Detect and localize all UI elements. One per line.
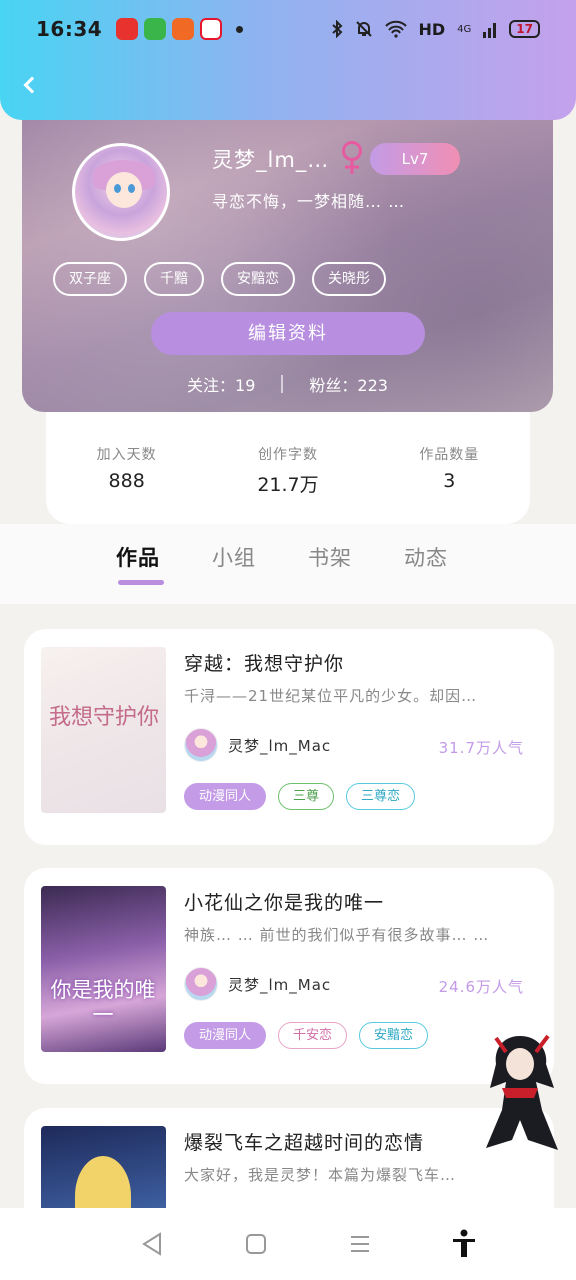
follow-stats: 关注：19 粉丝：223 — [22, 372, 553, 396]
signature: 寻恋不悔，一梦相随… … — [212, 192, 406, 211]
female-icon — [342, 141, 362, 174]
app-red-icon — [116, 18, 139, 40]
book-cover[interactable]: 你是我的唯一 — [41, 886, 166, 1052]
book-title: 穿越：我想守护你 — [184, 653, 345, 675]
profile-tag: 安黯恋 — [221, 262, 295, 296]
header-bar: 16:34 HD 4G 17 — [0, 0, 576, 120]
cover-title: 我想守护你 — [49, 705, 160, 730]
book-tag: 千安恋 — [278, 1022, 348, 1049]
book-tag: 动漫同人 — [184, 1022, 267, 1049]
back-button[interactable] — [20, 70, 44, 100]
cell-label: 4G — [457, 23, 472, 35]
divider — [281, 375, 284, 393]
book-author: 灵梦_lm_Mac — [184, 728, 331, 762]
author-name: 灵梦_lm_Mac — [228, 736, 332, 755]
nav-recents-button[interactable] — [340, 1224, 380, 1264]
book-tag: 三尊恋 — [346, 783, 416, 810]
book-description: 大家好，我是灵梦！本篇为爆裂飞车… — [184, 1166, 457, 1184]
nav-back-button[interactable] — [132, 1224, 172, 1264]
book-author: 灵梦_lm_Mac — [184, 967, 331, 1001]
system-nav-bar — [0, 1208, 576, 1280]
book-tag: 动漫同人 — [184, 783, 267, 810]
tab-groups[interactable]: 小组 — [212, 524, 256, 604]
square-home-icon — [246, 1234, 266, 1254]
accessibility-button[interactable] — [444, 1224, 484, 1264]
signal-icon — [483, 23, 497, 38]
stat-value: 888 — [108, 470, 145, 492]
author-avatar — [184, 728, 218, 762]
avatar-eye — [128, 184, 135, 193]
mute-bell-icon — [355, 21, 372, 37]
book-title: 小花仙之你是我的唯一 — [184, 892, 385, 914]
notification-icons — [116, 18, 244, 40]
stat-works: 作品数量 3 — [369, 404, 530, 524]
book-tags: 动漫同人 千安恋 安黯恋 — [184, 1022, 429, 1049]
accessibility-icon — [453, 1229, 475, 1257]
avatar[interactable] — [72, 143, 170, 241]
book-description: 神族… … 前世的我们似乎有很多故事… … — [184, 926, 490, 944]
tab-activity[interactable]: 动态 — [404, 524, 448, 604]
author-name: 灵梦_lm_Mac — [228, 975, 332, 994]
stat-label: 作品数量 — [419, 447, 480, 463]
cover-title: 你是我的唯一 — [50, 978, 156, 1027]
status-time: 16:34 — [36, 17, 103, 41]
profile-tag: 千黯 — [144, 262, 204, 296]
book-title: 爆裂飞车之超越时间的恋情 — [184, 1132, 425, 1154]
profile-tags: 双子座 千黯 安黯恋 关晓彤 — [53, 262, 386, 296]
profile-tag: 关晓彤 — [312, 262, 386, 296]
stat-label: 加入天数 — [96, 447, 157, 463]
popularity: 31.7万人气 — [438, 739, 524, 757]
tab-bookshelf[interactable]: 书架 — [308, 524, 352, 604]
bluetooth-icon — [331, 20, 342, 38]
profile-tag: 双子座 — [53, 262, 127, 296]
more-notifications-dot — [236, 25, 244, 33]
status-bar: 16:34 HD 4G 17 — [0, 0, 576, 58]
stat-value: 21.7万 — [257, 474, 319, 496]
book-tag: 安黯恋 — [359, 1022, 429, 1049]
avatar-face — [106, 172, 142, 208]
stat-label: 创作字数 — [257, 447, 318, 463]
weibo-icon — [200, 18, 223, 40]
edit-profile-button[interactable]: 编辑资料 — [151, 312, 425, 355]
tab-works[interactable]: 作品 — [116, 524, 164, 604]
nav-home-button[interactable] — [236, 1224, 276, 1264]
app-green-icon — [144, 18, 167, 40]
book-card[interactable]: 我想守护你 穿越：我想守护你 千浔——21世纪某位平凡的少女。却因… 灵梦_lm… — [24, 629, 554, 845]
stat-words: 创作字数 21.7万 — [207, 404, 368, 524]
battery-indicator: 17 — [509, 20, 540, 38]
content-tabs: 作品 小组 书架 动态 — [0, 524, 576, 604]
menu-lines-icon — [351, 1236, 369, 1252]
network-label: HD — [418, 19, 446, 39]
book-description: 千浔——21世纪某位平凡的少女。却因… — [184, 687, 478, 705]
popularity: 24.6万人气 — [438, 978, 524, 996]
system-icons: HD 4G 17 — [331, 19, 540, 39]
avatar-eye — [114, 184, 121, 193]
triangle-back-icon — [142, 1232, 161, 1256]
book-cover[interactable]: 我想守护你 — [41, 647, 166, 813]
app-orange-icon — [172, 18, 195, 40]
stats-card: 加入天数 888 创作字数 21.7万 作品数量 3 — [46, 404, 530, 524]
chevron-left-icon — [23, 76, 41, 94]
book-tags: 动漫同人 三尊 三尊恋 — [184, 783, 416, 810]
wifi-icon — [384, 20, 407, 38]
stat-days: 加入天数 888 — [46, 404, 207, 524]
book-tag: 三尊 — [278, 783, 335, 810]
level-badge: Lv7 — [370, 143, 460, 175]
profile-card: 灵梦_lm_… Lv7 寻恋不悔，一梦相随… … 双子座 千黯 安黯恋 关晓彤 … — [22, 96, 553, 412]
floating-mascot[interactable] — [466, 1028, 574, 1163]
followers-count[interactable]: 粉丝：223 — [309, 372, 388, 396]
author-avatar — [184, 967, 218, 1001]
stat-value: 3 — [443, 470, 456, 492]
following-count[interactable]: 关注：19 — [187, 372, 255, 396]
username: 灵梦_lm_… — [212, 148, 330, 172]
